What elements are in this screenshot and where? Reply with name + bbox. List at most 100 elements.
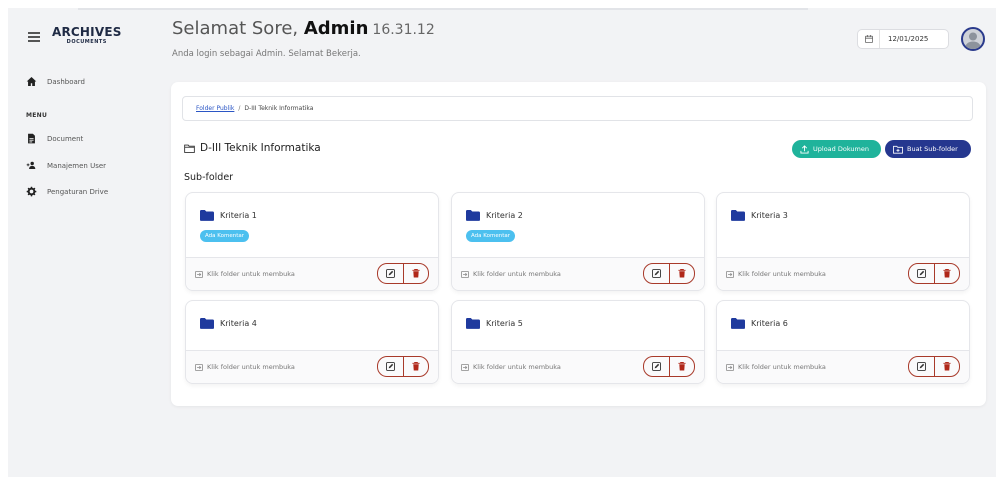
open-folder-icon <box>726 363 734 371</box>
trash-icon <box>678 269 686 278</box>
delete-folder-button[interactable] <box>668 357 695 376</box>
folder-plus-icon <box>893 145 903 154</box>
folder-card-header: Kriteria 2 <box>466 210 523 221</box>
greeting-prefix: Selamat Sore, <box>172 18 304 39</box>
folder-name: Kriteria 4 <box>220 319 257 328</box>
folder-name: Kriteria 3 <box>751 211 788 220</box>
folder-name: Kriteria 1 <box>220 211 257 220</box>
folder-icon <box>200 210 214 221</box>
user-name: Admin <box>303 18 369 39</box>
app-frame: ARCHIVES DOCUMENTS Dashboard MENU Docume… <box>8 8 996 477</box>
open-folder-icon <box>461 363 469 371</box>
folder-card-kriteria-3[interactable]: Kriteria 3 Klik folder untuk membuka <box>716 192 970 291</box>
folder-hint-text: Klik folder untuk membuka <box>473 270 561 278</box>
breadcrumb-separator: / <box>238 105 241 112</box>
trash-icon <box>412 362 420 371</box>
folder-card-footer: Klik folder untuk membuka <box>186 257 438 290</box>
sidebar-item-manajemen-user[interactable]: Manajemen User <box>26 160 106 171</box>
folder-card-kriteria-4[interactable]: Kriteria 4 Klik folder untuk membuka <box>185 300 439 384</box>
trash-icon <box>678 362 686 371</box>
edit-icon <box>916 362 926 371</box>
menu-toggle-icon[interactable] <box>28 32 40 42</box>
clock: 16.31.12 <box>372 22 435 38</box>
folder-card-header: Kriteria 1 <box>200 210 257 221</box>
folder-card-kriteria-5[interactable]: Kriteria 5 Klik folder untuk membuka <box>451 300 705 384</box>
upload-icon <box>800 144 809 154</box>
edit-icon <box>385 362 395 371</box>
comment-badge: Ada Komentar <box>466 230 515 242</box>
folder-card-footer: Klik folder untuk membuka <box>717 257 969 290</box>
folder-card-header: Kriteria 3 <box>731 210 788 221</box>
folder-hint: Klik folder untuk membuka <box>726 363 826 371</box>
folder-icon <box>731 210 745 221</box>
folder-name: Kriteria 2 <box>486 211 523 220</box>
folder-hint: Klik folder untuk membuka <box>461 270 561 278</box>
folder-actions <box>908 263 960 284</box>
date-picker[interactable]: 12/01/2025 <box>857 29 949 49</box>
date-value: 12/01/2025 <box>888 35 929 43</box>
edit-folder-button[interactable] <box>909 357 934 376</box>
edit-folder-button[interactable] <box>378 264 403 283</box>
folder-hint: Klik folder untuk membuka <box>195 270 295 278</box>
sidebar-item-pengaturan-drive[interactable]: Pengaturan Drive <box>26 186 108 197</box>
upload-document-button[interactable]: Upload Dokumen <box>792 140 881 158</box>
folder-hint-text: Klik folder untuk membuka <box>207 270 295 278</box>
delete-folder-button[interactable] <box>402 357 429 376</box>
delete-folder-button[interactable] <box>933 264 960 283</box>
folder-panel: Folder Publik / D-III Teknik Informatika… <box>171 82 986 406</box>
folder-actions <box>643 263 695 284</box>
users-icon <box>26 161 36 169</box>
trash-icon <box>943 362 951 371</box>
open-folder-icon <box>726 270 734 278</box>
delete-folder-button[interactable] <box>933 357 960 376</box>
sidebar: ARCHIVES DOCUMENTS Dashboard MENU Docume… <box>8 8 158 477</box>
folder-hint-text: Klik folder untuk membuka <box>738 363 826 371</box>
folder-actions <box>908 356 960 377</box>
logo-subtitle: DOCUMENTS <box>66 39 107 45</box>
top-divider <box>78 8 808 10</box>
create-subfolder-button[interactable]: Buat Sub-folder <box>885 140 971 158</box>
avatar[interactable] <box>961 27 985 51</box>
edit-icon <box>651 362 661 371</box>
comment-badge: Ada Komentar <box>200 230 249 242</box>
open-folder-icon <box>195 270 203 278</box>
folder-icon <box>731 318 745 329</box>
folder-card-kriteria-2[interactable]: Kriteria 2 Ada Komentar Klik folder untu… <box>451 192 705 291</box>
folder-card-header: Kriteria 4 <box>200 318 257 329</box>
folder-card-kriteria-1[interactable]: Kriteria 1 Ada Komentar Klik folder untu… <box>185 192 439 291</box>
sidebar-item-label: Document <box>47 134 84 143</box>
folder-card-kriteria-6[interactable]: Kriteria 6 Klik folder untuk membuka <box>716 300 970 384</box>
file-icon <box>28 133 35 144</box>
folder-hint: Klik folder untuk membuka <box>726 270 826 278</box>
folder-icon <box>466 318 480 329</box>
edit-folder-button[interactable] <box>644 264 669 283</box>
folder-actions <box>377 356 429 377</box>
folder-hint-text: Klik folder untuk membuka <box>207 363 295 371</box>
edit-icon <box>916 269 926 278</box>
open-folder-icon <box>461 270 469 278</box>
breadcrumb-root-link[interactable]: Folder Publik <box>196 105 234 112</box>
folder-hint-text: Klik folder untuk membuka <box>738 270 826 278</box>
folder-actions <box>643 356 695 377</box>
sidebar-item-label: Pengaturan Drive <box>47 187 109 196</box>
edit-folder-button[interactable] <box>378 357 403 376</box>
logo[interactable]: ARCHIVES DOCUMENTS <box>52 26 122 46</box>
folder-actions <box>377 263 429 284</box>
breadcrumb-current: D-III Teknik Informatika <box>244 105 314 112</box>
sidebar-item-dashboard[interactable]: Dashboard <box>26 76 85 87</box>
gear-icon <box>26 186 37 197</box>
folder-name: Kriteria 5 <box>486 319 523 328</box>
folder-hint-text: Klik folder untuk membuka <box>473 363 561 371</box>
edit-icon <box>385 269 395 278</box>
folder-card-header: Kriteria 5 <box>466 318 523 329</box>
upload-document-label: Upload Dokumen <box>813 145 869 153</box>
breadcrumb: Folder Publik / D-III Teknik Informatika <box>182 96 973 121</box>
edit-folder-button[interactable] <box>909 264 934 283</box>
sidebar-item-document[interactable]: Document <box>26 133 83 144</box>
delete-folder-button[interactable] <box>402 264 429 283</box>
folder-icon <box>200 318 214 329</box>
folder-card-footer: Klik folder untuk membuka <box>452 350 704 383</box>
delete-folder-button[interactable] <box>668 264 695 283</box>
edit-folder-button[interactable] <box>644 357 669 376</box>
folder-card-header: Kriteria 6 <box>731 318 788 329</box>
